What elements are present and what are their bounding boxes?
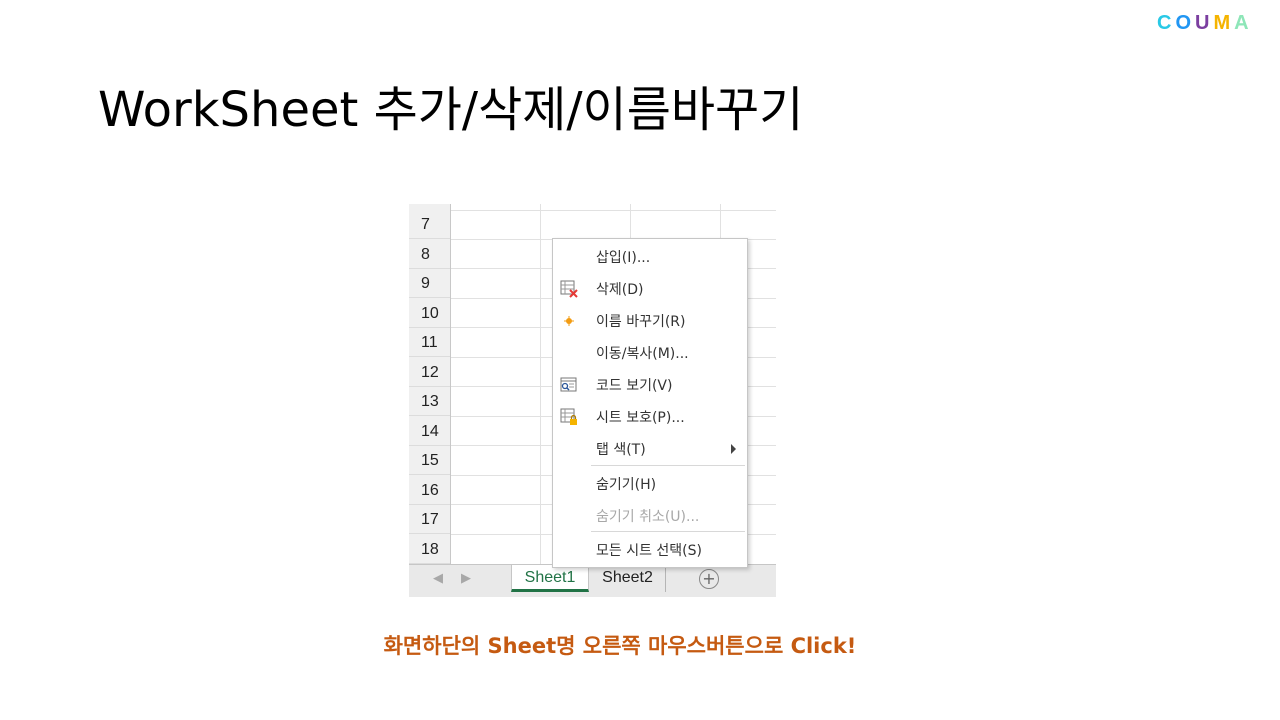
row-number[interactable]: 13 xyxy=(409,387,450,416)
logo-letter-m: M xyxy=(1213,12,1235,34)
sheet-tab-sheet2[interactable]: Sheet2 xyxy=(590,565,666,592)
menu-item-label: 코드 보기(V) xyxy=(596,378,673,394)
logo-letter-u: U xyxy=(1195,12,1214,34)
menu-item-label: 모든 시트 선택(S) xyxy=(596,543,702,559)
menu-item-label: 이동/복사(M)... xyxy=(596,346,689,362)
view-code-icon xyxy=(560,376,578,394)
menu-item-insert[interactable]: 삽입(I)... xyxy=(553,243,747,271)
menu-item-move-copy[interactable]: 이동/복사(M)... xyxy=(553,339,747,367)
row-number[interactable]: 14 xyxy=(409,417,450,446)
menu-item-label: 숨기기(H) xyxy=(596,477,657,493)
scroll-tabs-left-icon[interactable]: ◀ xyxy=(433,571,443,586)
menu-item-hide[interactable]: 숨기기(H) xyxy=(553,470,747,498)
menu-separator xyxy=(591,465,745,466)
row-number[interactable]: 18 xyxy=(409,535,450,564)
menu-item-protect-sheet[interactable]: 시트 보호(P)... xyxy=(553,403,747,431)
menu-item-select-all-sheets[interactable]: 모든 시트 선택(S) xyxy=(553,536,747,564)
instruction-caption: 화면하단의 Sheet명 오른쪽 마우스버튼으로 Click! xyxy=(383,634,857,658)
menu-item-label: 숨기기 취소(U)... xyxy=(596,509,700,525)
rename-icon xyxy=(560,312,578,330)
sheet-context-menu: 삽입(I)... 삭제(D) 이름 바꾸기(R) 이동/복사(M)... 코드 … xyxy=(552,238,748,568)
menu-item-tab-color[interactable]: 탭 색(T) xyxy=(553,435,747,463)
menu-separator xyxy=(591,531,745,532)
row-number[interactable]: 16 xyxy=(409,476,450,505)
couma-logo: COUMA xyxy=(1157,12,1253,35)
add-sheet-icon[interactable]: + xyxy=(699,569,719,589)
menu-item-label: 이름 바꾸기(R) xyxy=(596,314,686,330)
row-number[interactable]: 17 xyxy=(409,505,450,534)
row-number[interactable]: 11 xyxy=(409,328,450,357)
delete-sheet-icon xyxy=(560,280,578,298)
scroll-tabs-right-icon[interactable]: ▶ xyxy=(461,571,471,586)
sheet-tab-sheet1[interactable]: Sheet1 xyxy=(511,565,589,592)
logo-letter-a: A xyxy=(1234,12,1253,34)
sheet-tab-bar: ◀ ▶ Sheet1 Sheet2 + xyxy=(409,564,776,597)
row-number[interactable]: 12 xyxy=(409,358,450,387)
menu-item-label: 탭 색(T) xyxy=(596,442,646,458)
row-number[interactable]: 15 xyxy=(409,446,450,475)
menu-item-label: 시트 보호(P)... xyxy=(596,410,685,426)
row-header-column: 7 8 9 10 11 12 13 14 15 16 17 18 xyxy=(409,204,451,564)
logo-letter-o: O xyxy=(1175,12,1196,34)
row-number[interactable]: 10 xyxy=(409,299,450,328)
menu-item-label: 삽입(I)... xyxy=(596,250,651,266)
menu-item-unhide: 숨기기 취소(U)... xyxy=(553,502,747,530)
excel-screenshot: 7 8 9 10 11 12 13 14 15 16 17 18 ◀ ▶ She… xyxy=(409,204,776,597)
protect-sheet-icon xyxy=(560,408,578,426)
menu-item-view-code[interactable]: 코드 보기(V) xyxy=(553,371,747,399)
row-number[interactable]: 7 xyxy=(409,210,450,239)
logo-letter-c: C xyxy=(1157,12,1176,34)
row-number[interactable]: 8 xyxy=(409,240,450,269)
menu-item-label: 삭제(D) xyxy=(596,282,644,298)
menu-item-rename[interactable]: 이름 바꾸기(R) xyxy=(553,307,747,335)
slide-title: WorkSheet 추가/삭제/이름바꾸기 xyxy=(98,82,804,138)
row-number[interactable]: 9 xyxy=(409,269,450,298)
menu-item-delete[interactable]: 삭제(D) xyxy=(553,275,747,303)
submenu-arrow-icon xyxy=(731,444,736,454)
